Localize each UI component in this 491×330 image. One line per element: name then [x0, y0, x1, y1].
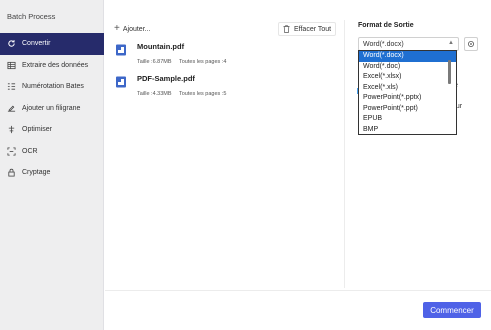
- dropdown-option[interactable]: PowerPoint(*.ppt): [359, 104, 456, 115]
- clear-all-label: Effacer Tout: [294, 25, 332, 33]
- sidebar-item-convertir[interactable]: Convertir: [0, 33, 104, 55]
- output-format-select[interactable]: Word(*.docx) ▲: [358, 37, 459, 51]
- pdf-file-icon: [116, 76, 126, 88]
- dropdown-option[interactable]: Word(*.docx): [359, 51, 456, 62]
- file-pages: Toutes les pages :4: [178, 59, 227, 65]
- optimize-icon: [5, 124, 17, 136]
- trash-icon: [283, 25, 290, 33]
- dropdown-option[interactable]: EPUB: [359, 114, 456, 125]
- sidebar-item-ocr[interactable]: OCR: [0, 141, 104, 163]
- start-button[interactable]: Commencer: [423, 302, 481, 318]
- file-info: PDF-Sample.pdf Taille :4.33MB Toutes les…: [137, 74, 232, 104]
- sidebar-item-label: Extraire des données: [22, 61, 89, 69]
- sidebar-item-label: OCR: [22, 147, 38, 155]
- sidebar-item-extraire[interactable]: Extraire des données: [0, 55, 104, 77]
- add-files-button[interactable]: + Ajouter...: [114, 22, 150, 36]
- sidebar-item-label: Numérotation Bates: [22, 83, 84, 91]
- output-format-dropdown: Word(*.docx) Word(*.doc) Excel(*.xlsx) E…: [358, 50, 457, 135]
- sidebar-item-label: Convertir: [22, 40, 51, 48]
- file-name: Mountain.pdf: [137, 42, 185, 51]
- clear-all-button[interactable]: Effacer Tout: [278, 22, 337, 36]
- add-files-label: Ajouter...: [122, 25, 151, 33]
- sidebar: Batch Process Convertir Extraire des don…: [0, 0, 104, 330]
- main-area: + Ajouter... Effacer Tout Mountain.pdf T…: [105, 0, 491, 330]
- pdf-file-icon: [116, 44, 126, 56]
- dropdown-option[interactable]: Excel(*.xlsx): [359, 72, 456, 83]
- file-size: Taille :4.33MB: [137, 91, 172, 97]
- footer-divider: [105, 290, 491, 291]
- file-meta: Taille :6.87MB Toutes les pages :4: [137, 58, 232, 66]
- dropdown-option[interactable]: Excel(*.xls): [359, 83, 456, 94]
- file-size: Taille :6.87MB: [137, 59, 172, 65]
- dropdown-option[interactable]: Word(*.doc): [359, 62, 456, 73]
- file-meta: Taille :4.33MB Toutes les pages :5: [137, 90, 232, 98]
- file-name: PDF-Sample.pdf: [137, 74, 195, 83]
- ocr-icon: [5, 145, 17, 157]
- watermark-icon: [5, 102, 17, 114]
- chevron-up-icon: ▲: [448, 40, 454, 46]
- sidebar-item-bates[interactable]: Numérotation Bates: [0, 76, 104, 98]
- output-format-title: Format de Sortie: [358, 22, 414, 29]
- dropdown-option[interactable]: PowerPoint(*.pptx): [359, 93, 456, 104]
- sidebar-nav: Convertir Extraire des données Numérotat…: [0, 33, 104, 184]
- output-format-value: Word(*.docx): [363, 40, 404, 48]
- panel-divider: [344, 20, 345, 288]
- file-pages: Toutes les pages :5: [178, 91, 227, 97]
- format-settings-button[interactable]: [464, 37, 478, 51]
- dropdown-option[interactable]: BMP: [359, 125, 456, 136]
- app-title: Batch Process: [7, 12, 56, 21]
- sidebar-item-label: Optimiser: [22, 126, 52, 134]
- numbering-icon: [5, 81, 17, 93]
- app-window: Batch Process Convertir Extraire des don…: [0, 0, 491, 330]
- dropdown-scrollbar[interactable]: [448, 60, 451, 84]
- sidebar-item-filigrane[interactable]: Ajouter un filigrane: [0, 98, 104, 120]
- plus-icon: +: [114, 23, 120, 34]
- sidebar-item-label: Ajouter un filigrane: [22, 104, 81, 112]
- lock-icon: [5, 167, 17, 179]
- file-item[interactable]: Mountain.pdf Taille :6.87MB Toutes les p…: [115, 42, 335, 72]
- file-info: Mountain.pdf Taille :6.87MB Toutes les p…: [137, 42, 232, 72]
- sidebar-item-optimiser[interactable]: Optimiser: [0, 119, 104, 141]
- refresh-icon: [5, 38, 17, 50]
- file-item[interactable]: PDF-Sample.pdf Taille :4.33MB Toutes les…: [115, 74, 335, 104]
- table-icon: [5, 59, 17, 71]
- sidebar-item-label: Cryptage: [22, 169, 51, 177]
- gear-icon: [468, 41, 474, 47]
- sidebar-item-cryptage[interactable]: Cryptage: [0, 162, 104, 184]
